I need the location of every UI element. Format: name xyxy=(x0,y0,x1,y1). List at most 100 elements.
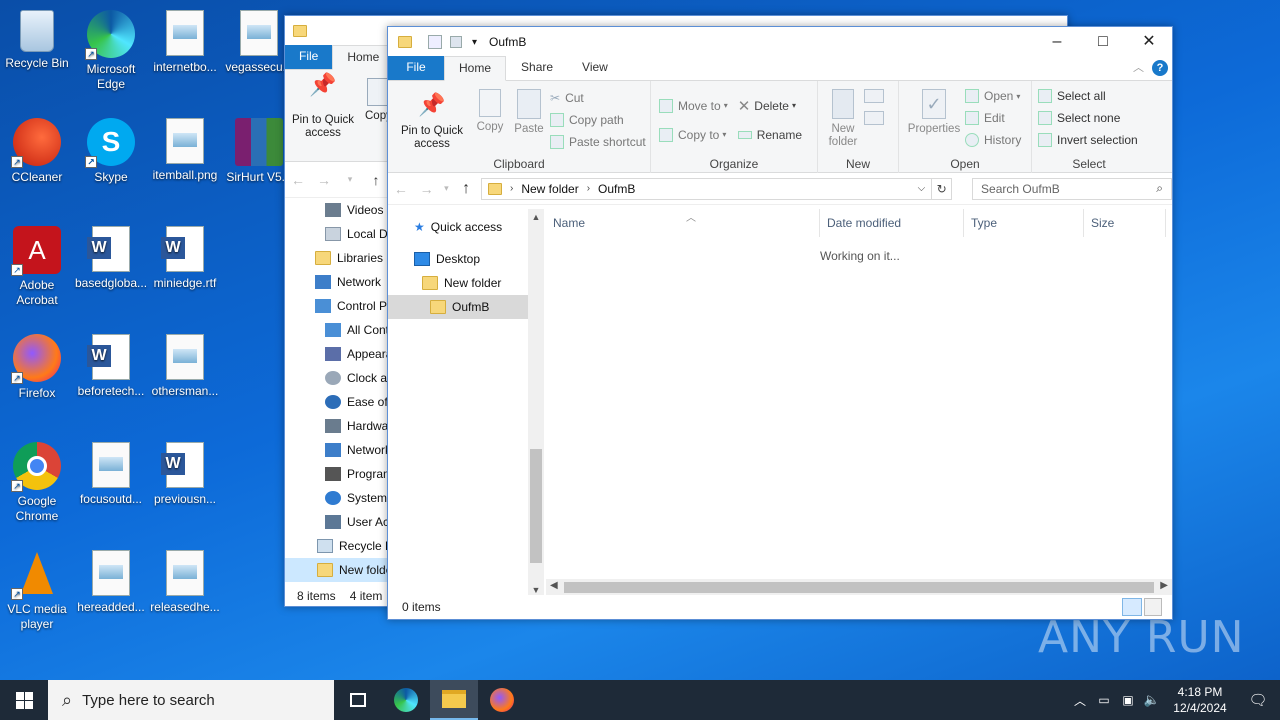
desktop-icon-ccleaner[interactable]: ↗ CCleaner xyxy=(0,112,74,185)
notification-center-icon[interactable]: 🗨 xyxy=(1236,691,1280,709)
nav-item-all-control[interactable]: All Cont xyxy=(285,318,389,342)
nav-item-network-2[interactable]: Network xyxy=(285,438,391,462)
desktop-icon-google-chrome[interactable]: ↗ Google Chrome xyxy=(0,436,74,524)
refresh-icon[interactable]: ↻ xyxy=(932,177,953,200)
easy-access-icon[interactable] xyxy=(864,111,884,125)
taskbar-edge-button[interactable] xyxy=(382,680,430,720)
nav-item-videos[interactable]: Videos xyxy=(285,198,389,222)
address-dropdown-icon[interactable]: ⌵ xyxy=(918,183,926,194)
address-bar[interactable]: › New folder › OufmB ⌵ xyxy=(481,177,933,200)
desktop-icon-itemball[interactable]: itemball.png xyxy=(148,112,222,183)
select-all-button[interactable]: Select all xyxy=(1038,85,1142,107)
desktop-icon-othersman[interactable]: othersman... xyxy=(148,328,222,399)
scroll-left-icon[interactable]: ◀ xyxy=(550,580,558,591)
desktop-icon-skype[interactable]: S ↗ Skype xyxy=(74,112,148,185)
recent-locations-icon[interactable]: ▾ xyxy=(337,174,363,185)
column-size[interactable]: Size xyxy=(1084,209,1166,237)
desktop-icon-miniedge[interactable]: W miniedge.rtf xyxy=(148,220,222,291)
nav-item-quick-access[interactable]: ★ Quick access xyxy=(388,215,528,239)
show-hidden-icons-icon[interactable]: ︿ xyxy=(1068,692,1092,709)
breadcrumb-oufmb[interactable]: OufmB xyxy=(598,182,635,196)
maximize-button[interactable]: □ xyxy=(1080,27,1126,57)
nav-item-control-panel[interactable]: Control P xyxy=(285,294,389,318)
taskbar-firefox-button[interactable] xyxy=(478,680,526,720)
back-icon[interactable]: ← xyxy=(285,172,311,188)
tab-share[interactable]: Share xyxy=(506,56,568,80)
collapse-ribbon-icon[interactable]: ︿ xyxy=(1133,59,1144,75)
copy-path-button[interactable]: Copy path xyxy=(550,109,646,131)
up-icon[interactable]: ↑ xyxy=(363,172,389,188)
help-icon[interactable]: ? xyxy=(1152,60,1168,76)
desktop-icon-edge[interactable]: ↗ Microsoft Edge xyxy=(74,4,148,92)
details-view-icon[interactable] xyxy=(1122,598,1142,616)
nav-item-desktop[interactable]: Desktop xyxy=(388,247,528,271)
properties-qat-icon[interactable] xyxy=(428,35,442,49)
select-none-button[interactable]: Select none xyxy=(1038,107,1142,129)
nav-item-system[interactable]: System xyxy=(285,486,389,510)
nav-item-ease-of-access[interactable]: Ease of A xyxy=(285,390,398,414)
paste-shortcut-button[interactable]: Paste shortcut xyxy=(550,131,646,153)
display-icon[interactable]: ▣ xyxy=(1116,693,1140,707)
start-button[interactable] xyxy=(0,680,48,720)
open-button[interactable]: Open ▾ xyxy=(965,85,1021,107)
desktop-icon-firefox[interactable]: ↗ Firefox xyxy=(0,328,74,401)
nav-item-clock[interactable]: Clock ar xyxy=(285,366,391,390)
forward-icon[interactable]: → xyxy=(311,172,337,188)
volume-icon[interactable]: 🔈 xyxy=(1140,692,1164,708)
nav-item-oufmb[interactable]: OufmB xyxy=(388,295,528,319)
tab-home[interactable]: Home xyxy=(332,45,395,70)
desktop-icon-vlc[interactable]: ↗ VLC media player xyxy=(0,544,74,632)
nav-item-hardware[interactable]: Hardwa xyxy=(285,414,389,438)
nav-item-new-folder[interactable]: New folder xyxy=(388,271,528,295)
task-view-button[interactable] xyxy=(334,680,382,720)
nav-item-recycle-bin[interactable]: Recycle B xyxy=(285,534,393,558)
nav-item-local-disk[interactable]: Local Di xyxy=(285,222,390,246)
pin-quick-access-button[interactable]: 📌 Pin to Quick access xyxy=(285,70,361,161)
column-date-modified[interactable]: Date modified xyxy=(820,209,964,237)
edit-button[interactable]: Edit xyxy=(965,107,1021,129)
recent-locations-icon[interactable]: ▾ xyxy=(439,183,453,194)
forward-icon[interactable]: → xyxy=(414,181,440,197)
new-folder-qat-icon[interactable] xyxy=(450,36,462,48)
tab-view[interactable]: View xyxy=(568,56,622,80)
desktop-icon-focusoutd[interactable]: focusoutd... xyxy=(74,436,148,507)
desktop-icon-previousn[interactable]: W previousn... xyxy=(148,436,222,507)
network-status-icon[interactable]: ▭ xyxy=(1092,693,1116,707)
scroll-right-icon[interactable]: ▶ xyxy=(1160,580,1168,591)
rename-button[interactable]: Rename xyxy=(737,120,802,149)
up-icon[interactable]: ↑ xyxy=(453,180,479,198)
nav-pane-scrollbar[interactable]: ▲ ▼ xyxy=(528,209,544,595)
nav-item-libraries[interactable]: Libraries xyxy=(285,246,389,270)
nav-item-network[interactable]: Network xyxy=(285,270,389,294)
minimize-button[interactable]: – xyxy=(1034,27,1080,57)
scroll-down-icon[interactable]: ▼ xyxy=(528,585,544,595)
move-to-button[interactable]: Move to ▾ xyxy=(659,91,728,120)
column-type[interactable]: Type xyxy=(964,209,1084,237)
invert-selection-button[interactable]: Invert selection xyxy=(1038,129,1142,151)
taskbar-explorer-button[interactable] xyxy=(430,680,478,720)
nav-item-user-accounts[interactable]: User Acc xyxy=(285,510,395,534)
new-item-icon[interactable] xyxy=(864,89,884,103)
breadcrumb-new-folder[interactable]: New folder xyxy=(521,182,578,196)
cut-button[interactable]: ✂ Cut xyxy=(550,87,646,109)
desktop-icon-releasedhe[interactable]: releasedhe... xyxy=(148,544,222,615)
scroll-thumb[interactable] xyxy=(530,449,542,563)
taskbar-search-input[interactable]: ⌕ Type here to search xyxy=(48,680,334,720)
desktop-icon-basedgloba[interactable]: W basedgloba... xyxy=(74,220,148,291)
desktop-icon-internetbo[interactable]: internetbo... xyxy=(148,4,222,75)
tab-file[interactable]: File xyxy=(388,56,444,80)
nav-item-programs[interactable]: Program xyxy=(285,462,393,486)
history-button[interactable]: History xyxy=(965,129,1021,151)
close-button[interactable]: ✕ xyxy=(1126,27,1172,57)
desktop-icon-recycle-bin[interactable]: Recycle Bin xyxy=(0,4,74,71)
large-icons-view-icon[interactable] xyxy=(1144,598,1162,616)
copy-to-button[interactable]: Copy to ▾ xyxy=(659,120,728,149)
delete-button[interactable]: ✕ Delete ▾ xyxy=(738,91,802,120)
customize-qat-icon[interactable]: ▾ xyxy=(472,37,477,48)
scroll-thumb[interactable] xyxy=(564,582,1154,593)
desktop-icon-adobe-acrobat[interactable]: A ↗ Adobe Acrobat xyxy=(0,220,74,308)
tab-file[interactable]: File xyxy=(285,45,333,69)
tab-home[interactable]: Home xyxy=(444,56,507,81)
scroll-up-icon[interactable]: ▲ xyxy=(528,209,544,225)
nav-item-new-folder[interactable]: New folde xyxy=(285,558,392,582)
